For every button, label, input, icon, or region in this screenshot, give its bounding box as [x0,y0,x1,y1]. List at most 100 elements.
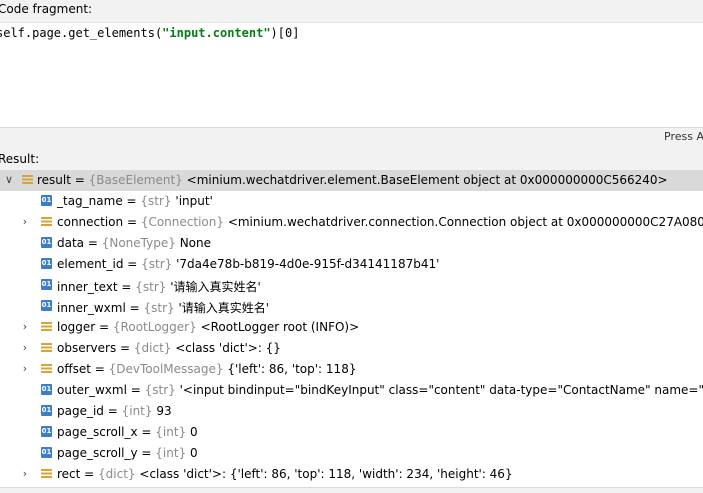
variable-name: data [57,236,85,250]
variable-name: observers [57,341,117,355]
variable-type: {int} [155,446,187,460]
variable-value: <minium.wechatdriver.connection.Connecti… [227,215,703,229]
variable-value: '<input bindinput="bindKeyInput" class="… [179,383,703,397]
tree-row[interactable]: › observers = {dict} <class 'dict'>: {} [0,338,703,359]
code-prefix: self.page.get_elements( [0,26,163,40]
tree-row[interactable]: 01 page_scroll_y = {int} 0 [0,443,703,464]
variable-type: {NoneType} [101,236,176,250]
code-string: "input.content" [162,26,271,40]
variable-name: connection [57,215,124,229]
variable-type: {str} [141,257,173,271]
variable-type: {str} [140,194,172,208]
variable-type: {BaseElement} [88,173,183,187]
variable-name: page_scroll_x [57,425,138,439]
field-icon: 01 [41,405,52,416]
variable-value: '7da4e78b-b819-4d0e-915f-d34141187b41' [176,257,440,271]
field-icon: 01 [41,384,52,395]
variable-value: 93 [156,404,172,418]
code-fragment-label: Code fragment: [0,2,93,16]
tree-row[interactable]: 01 inner_wxml = {str} '请输入真实姓名' [0,296,703,317]
variable-name: page_scroll_y [57,446,138,460]
code-suffix: )[0] [270,26,300,40]
field-icon: 01 [41,426,52,437]
variable-name: _tag_name [57,194,123,208]
tree-row[interactable]: › rect = {dict} <class 'dict'>: {'left': … [0,464,703,485]
variable-value: 0 [190,446,198,460]
tree-row[interactable]: 01 data = {NoneType} None [0,233,703,254]
variable-name: logger [57,320,96,334]
tree-row-text: element_id = {str} '7da4e78b-b819-4d0e-9… [57,257,440,271]
tree-row-text: offset = {DevToolMessage} {'left': 86, '… [57,362,357,376]
variable-name: element_id [57,257,124,271]
object-icon [41,216,52,227]
tree-row[interactable]: 01 _tag_name = {str} 'input' [0,191,703,212]
object-icon [22,174,33,185]
variable-type: {Connection} [140,215,224,229]
tree-row-text: outer_wxml = {str} '<input bindinput="bi… [57,383,703,397]
chevron-right-icon[interactable]: › [20,215,30,229]
tree-row-text: connection = {Connection} <minium.wechat… [57,215,703,229]
tree-row[interactable]: 01 element_id = {str} '7da4e78b-b819-4d0e… [0,254,703,275]
tree-row-text: page_scroll_x = {int} 0 [57,425,198,439]
variable-type: {str} [143,301,175,315]
field-icon: 01 [41,279,52,290]
field-icon: 01 [41,237,52,248]
field-icon: 01 [41,447,52,458]
variable-type: {dict} [133,341,172,355]
chevron-right-icon[interactable]: › [20,467,30,481]
variable-value: {'left': 86, 'top': 118} [227,362,357,376]
variable-type: {dict} [98,467,136,481]
tree-row[interactable]: 01 outer_wxml = {str} '<input bindinput="… [0,380,703,401]
variable-name: rect [57,467,81,481]
tree-row-root[interactable]: ∨ result = {BaseElement} <minium.wechatdr… [0,170,703,191]
variable-value: <minium.wechatdriver.element.BaseElement… [186,173,668,187]
chevron-right-icon[interactable]: › [20,362,30,376]
variable-type: {int} [121,404,153,418]
field-icon: 01 [41,258,52,269]
variable-value: 'input' [175,194,213,208]
tree-row-text: logger = {RootLogger} <RootLogger root (… [57,320,360,334]
variable-name: result [37,173,71,187]
field-icon: 01 [41,300,52,311]
tree-row[interactable]: 01 page_id = {int} 93 [0,401,703,422]
tree-row-text: data = {NoneType} None [57,236,211,250]
scrollbar-track[interactable] [0,487,703,493]
variable-type: {RootLogger} [112,320,197,334]
tree-row-text: inner_text = {str} '请输入真实姓名' [57,280,261,294]
tree-row[interactable]: › logger = {RootLogger} <RootLogger root … [0,317,703,338]
tree-row[interactable]: › connection = {Connection} <minium.wecha… [0,212,703,233]
variable-value: None [179,236,211,250]
shortcut-hint: Press A [664,130,703,143]
chevron-right-icon[interactable]: › [20,320,30,334]
object-icon [41,363,52,374]
variable-type: {str} [144,383,176,397]
variable-name: offset [57,362,91,376]
chevron-right-icon[interactable]: › [20,341,30,355]
tree-row[interactable]: 01 page_scroll_x = {int} 0 [0,422,703,443]
tree-row-text: result = {BaseElement} <minium.wechatdri… [37,173,668,187]
variable-name: inner_wxml [57,301,126,315]
code-editor[interactable]: self.page.get_elements("input.content")[… [0,23,703,128]
code-line[interactable]: self.page.get_elements("input.content")[… [0,26,299,40]
tree-row-text: inner_wxml = {str} '请输入真实姓名' [57,301,270,315]
tree-row[interactable]: › offset = {DevToolMessage} {'left': 86, … [0,359,703,380]
tree-row-text: rect = {dict} <class 'dict'>: {'left': 8… [57,467,513,481]
variable-name: outer_wxml [57,383,127,397]
field-icon: 01 [41,195,52,206]
tree-row-text: observers = {dict} <class 'dict'>: {} [57,341,281,355]
variable-type: {int} [155,425,187,439]
object-icon [41,342,52,353]
chevron-down-icon[interactable]: ∨ [4,173,14,187]
variable-value: <class 'dict'>: {} [175,341,281,355]
tree-row-text: page_scroll_y = {int} 0 [57,446,198,460]
tree-row-text: page_id = {int} 93 [57,404,172,418]
result-tree[interactable]: ∨ result = {BaseElement} <minium.wechatdr… [0,170,703,492]
variable-value: 0 [190,425,198,439]
tree-row[interactable]: 01 inner_text = {str} '请输入真实姓名' [0,275,703,296]
variable-value: <class 'dict'>: {'left': 86, 'top': 118,… [139,467,513,481]
tree-row-text: _tag_name = {str} 'input' [57,194,213,208]
variable-value: '请输入真实姓名' [178,301,270,315]
variable-value: '请输入真实姓名' [170,280,261,294]
variable-type: {DevToolMessage} [108,362,224,376]
variable-type: {str} [135,280,167,294]
